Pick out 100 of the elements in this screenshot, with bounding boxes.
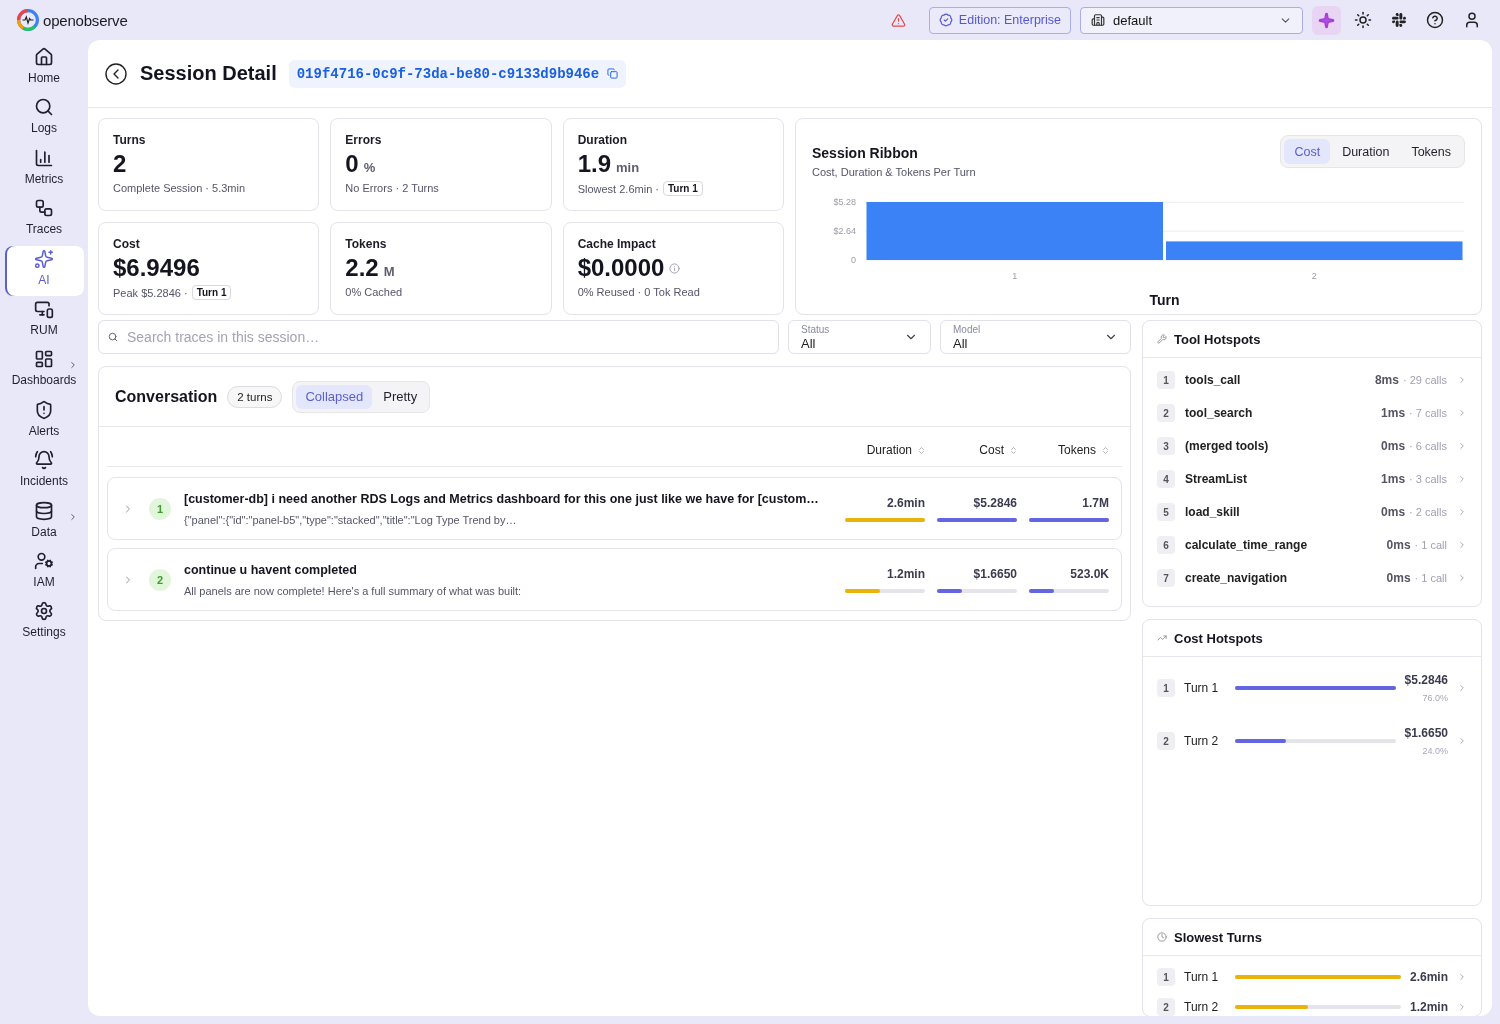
nav-item[interactable]: RUM	[4, 295, 84, 346]
chevron-right-icon[interactable]	[1457, 441, 1467, 451]
chevron-right-icon[interactable]	[1457, 375, 1467, 385]
stat-detail: No Errors · 2 Turns	[345, 181, 439, 195]
wrench-icon	[1157, 334, 1167, 344]
stat-label: Cost	[113, 237, 141, 251]
tool-duration: 0ms	[1381, 439, 1406, 453]
page-title: Session Detail	[140, 62, 277, 85]
chevron-right-icon[interactable]	[1457, 540, 1467, 550]
hash-logo-icon[interactable]	[1391, 12, 1407, 28]
metric-tab[interactable]: Duration	[1332, 139, 1400, 164]
card-subtitle: Cost, Duration & Tokens Per Turn	[812, 165, 976, 179]
stat-unit: %	[363, 160, 376, 175]
nav-item[interactable]: Logs	[4, 94, 84, 145]
tool-name: (merged tools)	[1185, 439, 1270, 453]
metric-value: 1.2min	[887, 566, 925, 581]
stat-unit: M	[383, 264, 395, 279]
rank-badge: 1	[1157, 968, 1175, 986]
back-icon[interactable]	[104, 61, 128, 86]
nav-item[interactable]: Traces	[4, 195, 84, 246]
axis-tick-label: 1	[1012, 271, 1018, 281]
chevron-right-icon[interactable]	[1457, 683, 1467, 693]
tool-duration: 0ms	[1386, 571, 1411, 585]
metric-tab[interactable]: Tokens	[1401, 139, 1461, 164]
info-icon[interactable]	[669, 262, 681, 274]
database-icon	[34, 500, 54, 521]
chevron-right-icon[interactable]	[1457, 736, 1467, 746]
organization-select[interactable]: default	[1080, 6, 1303, 34]
stat-value: 2	[113, 150, 127, 178]
status-select[interactable]: Status All	[788, 320, 931, 354]
nav-item[interactable]: Home	[4, 44, 84, 94]
nav-item[interactable]: Alerts	[4, 396, 84, 447]
stat-unit: min	[616, 160, 640, 175]
axis-tick-label: 2	[1311, 271, 1317, 281]
sun-icon[interactable]	[1354, 11, 1372, 29]
user-gear-icon	[34, 550, 54, 571]
turn-label: Turn 1	[1184, 681, 1220, 695]
trending-up-icon	[1157, 633, 1167, 643]
tool-call-count: · 1 call	[1414, 571, 1447, 585]
nav-item[interactable]: Settings	[4, 598, 84, 649]
metric-tab[interactable]: Cost	[1284, 139, 1331, 164]
cost-value: $5.2846	[1404, 673, 1448, 687]
logo-text: openobserve	[43, 11, 128, 29]
cost-value: $1.6650	[1404, 726, 1448, 740]
stat-value: $0.0000	[577, 254, 665, 282]
search-field[interactable]: Search traces in this session…	[98, 320, 779, 354]
tool-name: StreamList	[1185, 472, 1249, 486]
column-header[interactable]: Cost	[979, 443, 1018, 457]
stat-detail: Complete Session · 5.3min	[113, 181, 246, 195]
chevron-right-icon[interactable]	[1457, 1002, 1467, 1012]
copy-icon[interactable]	[607, 68, 619, 79]
logo-icon	[17, 9, 39, 31]
card-title: Cost Hotspots	[1174, 630, 1263, 646]
rank-badge: 6	[1157, 536, 1175, 554]
stat-detail: 0% Cached	[345, 285, 403, 299]
stat-detail: Peak $5.2846 ·	[113, 285, 188, 300]
turn-title: [customer-db] i need another RDS Logs and Metrics dashboard for this one just like we have for [custom…	[184, 490, 820, 507]
tool-call-count: · 6 calls	[1409, 439, 1447, 453]
stat-label: Turns	[113, 133, 147, 147]
stat-value: 2.2	[345, 254, 379, 282]
turn-card[interactable]: 2 continue u havent completed All panels are now complete! Here's a full summary of what was built: 1.2min $1.6650 523.0K	[107, 548, 1122, 611]
nav-item[interactable]: IAM	[4, 547, 84, 598]
duration-value: 1.2min	[1410, 1000, 1448, 1014]
search-icon	[34, 97, 54, 118]
metric-value: $1.6650	[973, 566, 1017, 581]
nav-item[interactable]: Metrics	[4, 144, 84, 195]
warning-icon[interactable]	[890, 12, 906, 28]
turn-card[interactable]: 1 [customer-db] i need another RDS Logs and Metrics dashboard for this one just like we have for [custom… {"panel":{"id":"panel-b5","type":"stacked","title":"Log Type Trend by… 2.6min $5.2846 1.7M	[107, 477, 1122, 540]
nav-item[interactable]: Data	[4, 497, 84, 548]
column-header[interactable]: Duration	[866, 443, 926, 457]
nav-item[interactable]: Incidents	[4, 447, 84, 498]
view-tab[interactable]: Collapsed	[296, 384, 373, 409]
edition-button[interactable]: Edition: Enterprise	[928, 6, 1071, 34]
turn-label: Turn 1	[1184, 970, 1220, 984]
chevron-right-icon[interactable]	[1457, 972, 1467, 982]
tool-name: tools_call	[1185, 373, 1242, 387]
tool-duration: 1ms	[1381, 472, 1406, 486]
stat-detail: Slowest 2.6min ·	[577, 181, 659, 196]
tool-name: calculate_time_range	[1185, 538, 1309, 552]
chevron-right-icon[interactable]	[1457, 507, 1467, 517]
model-select[interactable]: Model All	[940, 320, 1131, 354]
card-title: Tool Hotspots	[1174, 331, 1261, 347]
badge-check-icon	[938, 13, 953, 27]
turn-label: Turn 2	[1184, 734, 1220, 748]
chevron-right-icon[interactable]	[1457, 474, 1467, 484]
assistant-button[interactable]	[1312, 5, 1341, 35]
chevron-right-icon[interactable]	[1457, 573, 1467, 583]
user-icon[interactable]	[1463, 11, 1481, 29]
help-icon[interactable]	[1426, 11, 1444, 29]
tool-duration: 1ms	[1381, 406, 1406, 420]
turn-count-badge: 2 turns	[227, 385, 283, 408]
column-header[interactable]: Tokens	[1057, 443, 1110, 457]
nav-item[interactable]: AI	[4, 245, 84, 296]
stat-label: Tokens	[345, 237, 388, 251]
chevron-right-icon[interactable]	[1457, 408, 1467, 418]
nav-item[interactable]: Dashboards	[4, 346, 84, 397]
sort-icon	[1101, 445, 1110, 455]
view-tab[interactable]: Pretty	[374, 384, 427, 409]
card-title: Slowest Turns	[1174, 929, 1262, 945]
rank-badge: 5	[1157, 503, 1175, 521]
